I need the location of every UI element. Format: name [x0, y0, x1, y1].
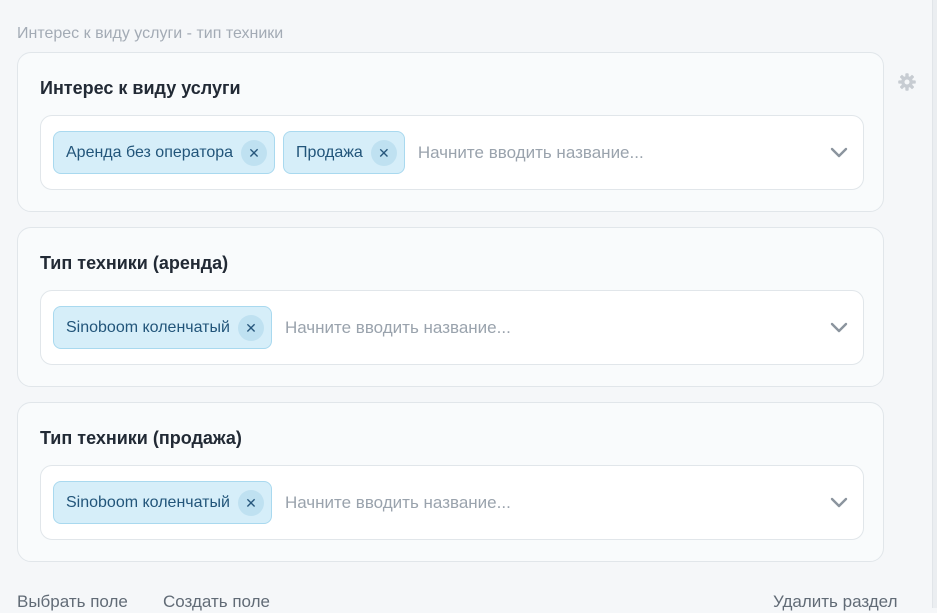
chip-label: Продажа [296, 143, 363, 161]
search-input-placeholder[interactable]: Начните вводить название... [285, 493, 511, 513]
chevron-down-icon[interactable] [829, 322, 849, 334]
chip-label: Sinoboom коленчатый [66, 493, 230, 511]
create-field-link[interactable]: Создать поле [163, 591, 270, 613]
scroll-area-edge [932, 0, 937, 608]
choose-field-link[interactable]: Выбрать поле [17, 591, 128, 613]
chevron-down-icon[interactable] [829, 147, 849, 159]
close-icon[interactable]: ✕ [241, 139, 268, 166]
delete-section-link[interactable]: Удалить раздел [773, 591, 898, 613]
field-card-service-interest: Интерес к виду услуги Аренда без операто… [17, 52, 884, 212]
gear-icon[interactable] [897, 72, 917, 92]
close-icon[interactable]: ✕ [370, 139, 397, 166]
field-card-equipment-sale: Тип техники (продажа) Sinoboom коленчаты… [17, 402, 884, 562]
chip-label: Sinoboom коленчатый [66, 318, 230, 336]
chip-sinoboom-articulated: Sinoboom коленчатый ✕ [53, 481, 272, 524]
search-input-placeholder[interactable]: Начните вводить название... [285, 318, 511, 338]
multiselect-equipment-rent[interactable]: Sinoboom коленчатый ✕ Начните вводить на… [40, 290, 864, 365]
multiselect-service-interest[interactable]: Аренда без оператора ✕ Продажа ✕ Начните… [40, 115, 864, 190]
section-title: Интерес к виду услуги - тип техники [17, 25, 284, 42]
chip-rent-without-operator: Аренда без оператора ✕ [53, 131, 276, 174]
search-input-placeholder[interactable]: Начните вводить название... [418, 143, 644, 163]
field-title: Тип техники (продажа) [40, 428, 242, 448]
chip-sinoboom-articulated: Sinoboom коленчатый ✕ [53, 306, 272, 349]
close-icon[interactable]: ✕ [237, 314, 264, 341]
field-card-equipment-rent: Тип техники (аренда) Sinoboom коленчатый… [17, 227, 884, 387]
multiselect-equipment-sale[interactable]: Sinoboom коленчатый ✕ Начните вводить на… [40, 465, 864, 540]
field-title: Интерес к виду услуги [40, 78, 241, 98]
close-icon[interactable]: ✕ [237, 489, 264, 516]
field-title: Тип техники (аренда) [40, 253, 229, 273]
chevron-down-icon[interactable] [829, 497, 849, 509]
chip-sale: Продажа ✕ [283, 131, 405, 174]
chip-label: Аренда без оператора [66, 143, 234, 161]
